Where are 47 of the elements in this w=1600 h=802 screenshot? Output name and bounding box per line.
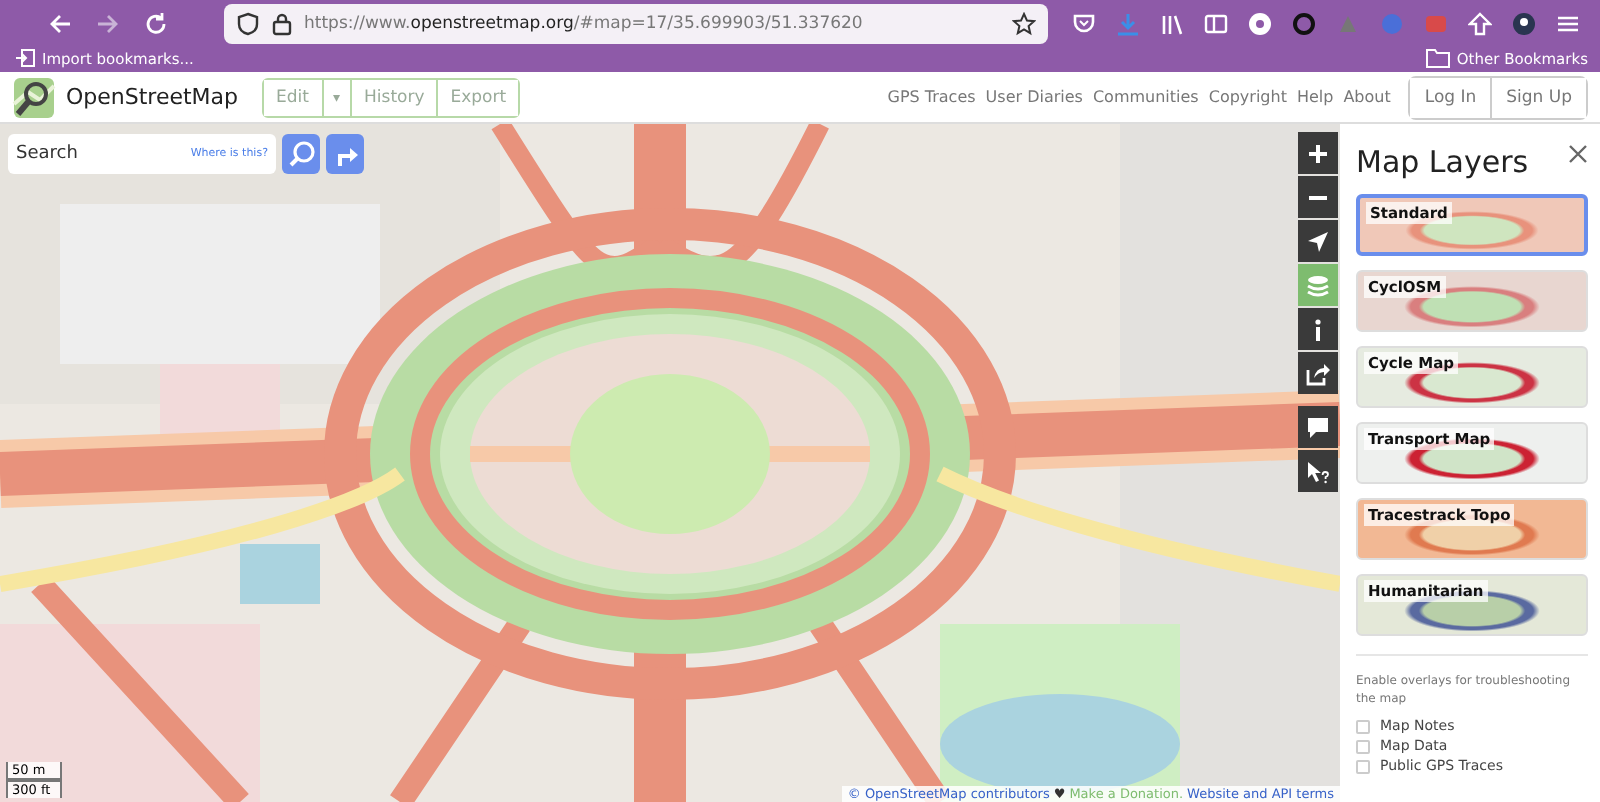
round-extension-icon[interactable] xyxy=(1248,12,1272,36)
lock-icon xyxy=(272,12,292,36)
star-icon[interactable] xyxy=(1012,12,1036,36)
nav-link[interactable]: Communities xyxy=(1092,88,1199,106)
directions-button[interactable] xyxy=(326,134,364,174)
checkbox[interactable] xyxy=(1356,719,1370,733)
nav-link[interactable]: About xyxy=(1343,88,1391,106)
layers-icon xyxy=(1306,273,1330,297)
search-icon xyxy=(287,140,315,168)
share-button[interactable] xyxy=(1298,352,1338,394)
comment-button[interactable] xyxy=(1298,406,1338,448)
cursor-question-icon xyxy=(1306,459,1330,483)
location-arrow-button[interactable] xyxy=(1298,220,1338,262)
plus-icon xyxy=(1306,141,1330,165)
panel-title: Map Layers xyxy=(1356,144,1529,180)
search-button[interactable] xyxy=(282,134,320,174)
info-button[interactable] xyxy=(1298,308,1338,350)
back-arrow-icon[interactable] xyxy=(48,12,72,36)
library-icon[interactable] xyxy=(1160,12,1184,36)
cursor-question-button[interactable] xyxy=(1298,450,1338,492)
forward-arrow-icon[interactable] xyxy=(96,12,120,36)
sign-up-button[interactable]: Sign Up xyxy=(1490,77,1586,117)
menu-icon[interactable] xyxy=(1556,12,1580,36)
nav-link[interactable]: Help xyxy=(1296,88,1334,106)
reload-icon[interactable] xyxy=(144,12,168,36)
map-magnifier-icon xyxy=(12,75,56,119)
share-icon xyxy=(1306,361,1330,385)
plus-button[interactable] xyxy=(1298,132,1338,174)
close-icon[interactable] xyxy=(1568,144,1588,164)
ring-extension-icon[interactable] xyxy=(1292,12,1316,36)
shield-icon xyxy=(236,12,260,36)
profile-avatar-icon[interactable] xyxy=(1512,12,1536,36)
import-icon xyxy=(16,48,36,68)
comment-icon xyxy=(1306,415,1330,439)
minus-button[interactable] xyxy=(1298,176,1338,218)
address-bar[interactable]: https://www.openstreetmap.org/#map=17/35.699903/51.337620 xyxy=(224,4,1048,44)
checkbox[interactable] xyxy=(1356,739,1370,753)
nav-link[interactable]: GPS Traces xyxy=(887,88,976,106)
location-arrow-icon xyxy=(1306,229,1330,253)
folder-icon xyxy=(1426,48,1451,68)
checkbox[interactable] xyxy=(1356,759,1370,773)
site-logo[interactable]: OpenStreetMap xyxy=(12,75,239,119)
url-text: https://www.openstreetmap.org/#map=17/35.699903/51.337620 xyxy=(304,14,865,34)
nav-link[interactable]: User Diaries xyxy=(985,88,1083,106)
pocket-icon[interactable] xyxy=(1072,12,1096,36)
sidebar-icon[interactable] xyxy=(1204,12,1228,36)
nav-link[interactable]: Copyright xyxy=(1208,88,1287,106)
